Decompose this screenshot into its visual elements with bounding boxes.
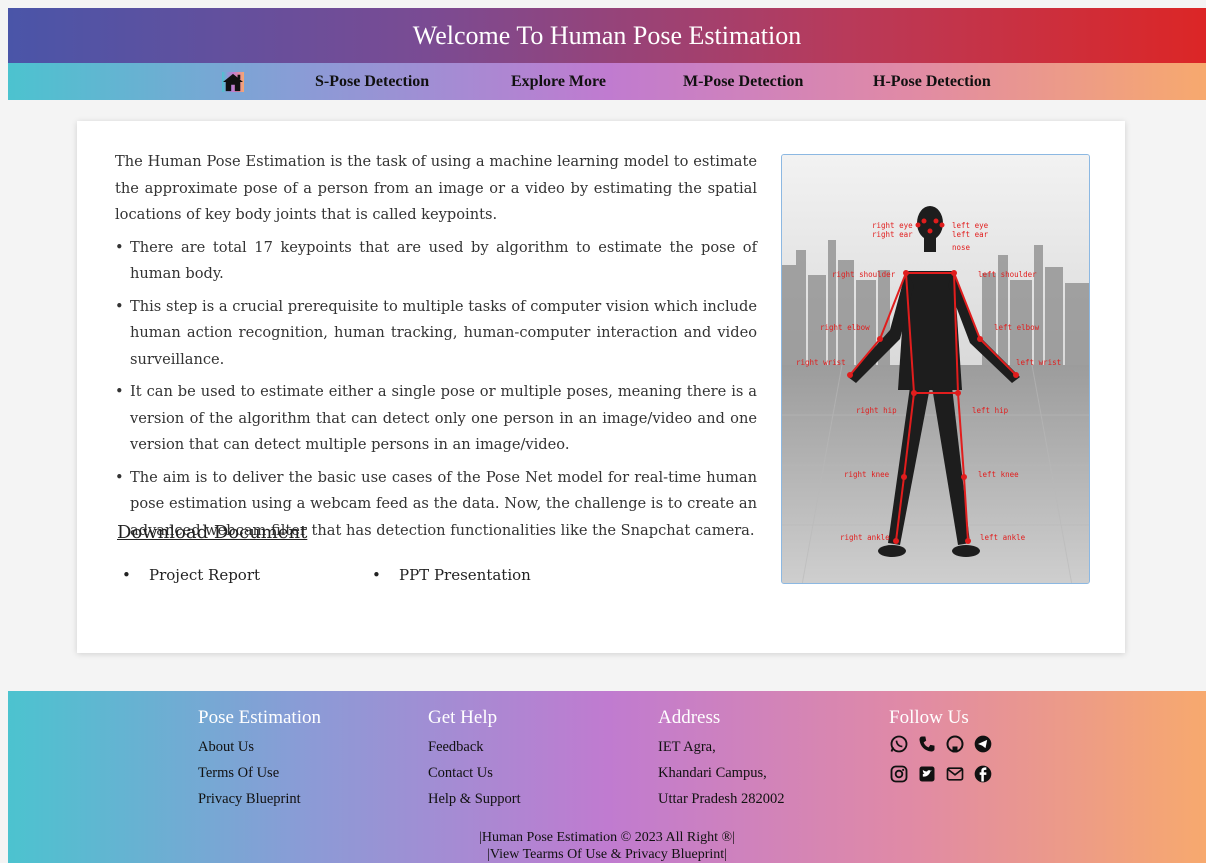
label-right-elbow: right elbow [820, 323, 870, 332]
telegram-icon[interactable] [973, 734, 993, 754]
instagram-icon[interactable] [889, 764, 909, 784]
footer-link-feedback[interactable]: Feedback [428, 734, 521, 760]
label-left-elbow: left elbow [994, 323, 1040, 332]
address-line: Khandari Campus, [658, 765, 767, 781]
footer-col-follow-us: Follow Us [889, 707, 993, 784]
label-left-ear: left ear [952, 230, 989, 239]
social-row-1 [889, 734, 993, 754]
content-card: The Human Pose Estimation is the task of… [77, 121, 1125, 653]
label-right-wrist: right wrist [796, 358, 846, 367]
label-nose: nose [952, 243, 971, 252]
copyright-line: |Human Pose Estimation © 2023 All Right … [479, 830, 735, 845]
label-left-shoulder: left shoulder [978, 270, 1037, 279]
facebook-icon[interactable] [973, 764, 993, 784]
site-header: Welcome To Human Pose Estimation [8, 8, 1206, 63]
mail-icon[interactable] [945, 764, 965, 784]
label-left-eye: left eye [952, 221, 989, 230]
terms-privacy-link[interactable]: |View Tearms Of Use & Privacy Blueprint| [8, 846, 1206, 863]
pose-illustration: right eye right ear left eye left ear no… [782, 155, 1089, 583]
ppt-presentation-link[interactable]: • PPT Presentation [372, 566, 531, 584]
download-document-heading: Download Document [117, 522, 308, 543]
list-item: There are total 17 keypoints that are us… [115, 235, 757, 288]
whatsapp-icon[interactable] [889, 734, 909, 754]
footer-link-privacy-blueprint[interactable]: Privacy Blueprint [198, 786, 321, 812]
list-item: It can be used to estimate either a sing… [115, 379, 757, 459]
intro-section: The Human Pose Estimation is the task of… [115, 149, 757, 550]
address-line: IET Agra, [658, 739, 716, 755]
site-footer: Pose Estimation About Us Terms Of Use Pr… [8, 691, 1206, 863]
label-right-ankle: right ankle [840, 533, 890, 542]
intro-paragraph: The Human Pose Estimation is the task of… [115, 153, 757, 223]
nav-explore-more[interactable]: Explore More [511, 73, 606, 91]
footer-heading: Get Help [428, 707, 498, 728]
label-right-shoulder: right shoulder [832, 270, 896, 279]
footer-link-contact-us[interactable]: Contact Us [428, 760, 521, 786]
nav-m-pose-detection[interactable]: M-Pose Detection [683, 73, 803, 91]
feature-list: There are total 17 keypoints that are us… [115, 235, 757, 545]
nav-h-pose-detection[interactable]: H-Pose Detection [873, 73, 991, 91]
label-left-hip: left hip [972, 406, 1009, 415]
footer-heading: Follow Us [889, 707, 969, 728]
nav-s-pose-detection[interactable]: S-Pose Detection [315, 73, 429, 91]
home-icon[interactable] [222, 72, 244, 92]
copyright-notice: |Human Pose Estimation © 2023 All Right … [8, 829, 1206, 863]
footer-col-address: Address IET Agra, Khandari Campus, Uttar… [658, 707, 784, 812]
footer-col-pose-estimation: Pose Estimation About Us Terms Of Use Pr… [198, 707, 321, 812]
label-left-ankle: left ankle [980, 533, 1026, 542]
twitter-icon[interactable] [917, 764, 937, 784]
label-right-eye: right eye [872, 221, 913, 230]
footer-heading: Address [658, 707, 721, 728]
site-title: Welcome To Human Pose Estimation [412, 20, 802, 50]
label-right-ear: right ear [872, 230, 913, 239]
footer-link-terms-of-use[interactable]: Terms Of Use [198, 760, 321, 786]
label-right-knee: right knee [844, 470, 890, 479]
phone-icon[interactable] [917, 734, 937, 754]
address-line: Uttar Pradesh 282002 [658, 791, 785, 807]
list-item: This step is a crucial prerequisite to m… [115, 294, 757, 374]
project-report-label: Project Report [149, 566, 261, 584]
footer-link-about-us[interactable]: About Us [198, 734, 321, 760]
main-nav [8, 63, 1206, 100]
github-icon[interactable] [945, 734, 965, 754]
label-right-hip: right hip [856, 406, 897, 415]
label-left-wrist: left wrist [1016, 358, 1061, 367]
footer-col-get-help: Get Help Feedback Contact Us Help & Supp… [428, 707, 521, 812]
footer-link-help-support[interactable]: Help & Support [428, 786, 521, 812]
footer-heading: Pose Estimation [198, 707, 321, 728]
ppt-presentation-label: PPT Presentation [399, 566, 531, 584]
social-row-2 [889, 764, 993, 784]
pose-keypoints-image: right eye right ear left eye left ear no… [781, 154, 1090, 584]
project-report-link[interactable]: • Project Report [122, 566, 261, 584]
label-left-knee: left knee [978, 470, 1019, 479]
